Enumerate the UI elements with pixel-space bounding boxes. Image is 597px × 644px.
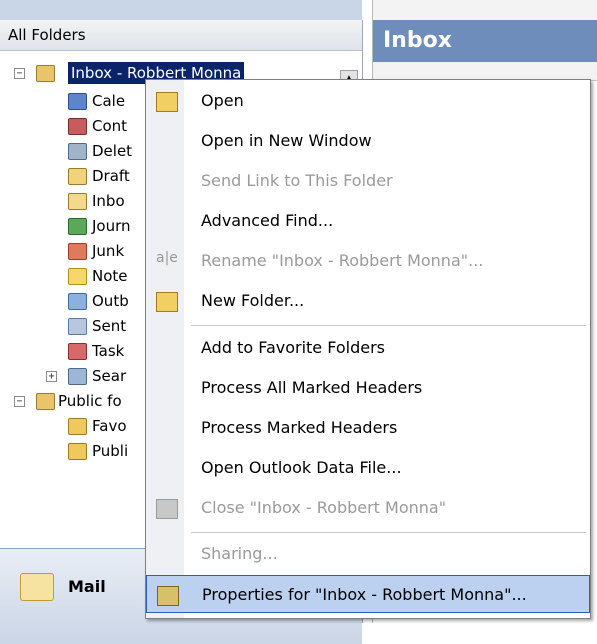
tree-label[interactable]: Public fo — [58, 390, 122, 412]
menu-item-open-new-window[interactable]: Open in New Window — [146, 122, 590, 160]
properties-icon — [157, 586, 179, 606]
tree-label[interactable]: Publi — [92, 440, 128, 462]
expand-icon[interactable]: + — [46, 371, 57, 382]
note-icon — [68, 268, 87, 285]
junk-icon — [68, 243, 87, 260]
top-strip — [0, 0, 362, 20]
menu-item-label: Properties for "Inbox - Robbert Monna"..… — [202, 585, 527, 604]
tree-label[interactable]: Favo — [92, 415, 127, 437]
mailbox-icon — [36, 65, 55, 82]
tree-label[interactable]: Journ — [92, 215, 131, 237]
menu-item-rename[interactable]: a|e Rename "Inbox - Robbert Monna"... — [146, 242, 590, 280]
tree-label[interactable]: Note — [92, 265, 128, 287]
menu-item-properties[interactable]: Properties for "Inbox - Robbert Monna"..… — [146, 575, 590, 613]
calendar-icon — [68, 93, 87, 110]
collapse-icon[interactable]: − — [14, 396, 25, 407]
menu-item-label: Open in New Window — [201, 131, 372, 150]
tree-label[interactable]: Outb — [92, 290, 129, 312]
menu-item-open[interactable]: Open — [146, 82, 590, 120]
collapse-icon[interactable]: − — [14, 68, 25, 79]
journal-icon — [68, 218, 87, 235]
menu-separator — [191, 532, 586, 533]
tree-label[interactable]: Task — [92, 340, 124, 362]
context-menu: Open Open in New Window Send Link to Thi… — [145, 79, 591, 619]
menu-item-process-marked-headers[interactable]: Process Marked Headers — [146, 409, 590, 447]
mail-label: Mail — [68, 577, 106, 596]
menu-item-process-all-headers[interactable]: Process All Marked Headers — [146, 369, 590, 407]
menu-item-label: Process Marked Headers — [201, 418, 398, 437]
outbox-icon — [68, 293, 87, 310]
tree-label[interactable]: Sear — [92, 365, 126, 387]
menu-item-add-favorites[interactable]: Add to Favorite Folders — [146, 329, 590, 367]
menu-item-sharing[interactable]: Sharing... — [146, 535, 590, 573]
menu-item-label: Process All Marked Headers — [201, 378, 423, 397]
drafts-icon — [68, 168, 87, 185]
open-folder-icon — [156, 92, 178, 112]
menu-item-close[interactable]: Close "Inbox - Robbert Monna" — [146, 489, 590, 527]
menu-item-open-data-file[interactable]: Open Outlook Data File... — [146, 449, 590, 487]
inbox-icon — [68, 193, 87, 210]
tree-label[interactable]: Inbo — [92, 190, 125, 212]
contacts-icon — [68, 118, 87, 135]
sent-icon — [68, 318, 87, 335]
menu-item-advanced-find[interactable]: Advanced Find... — [146, 202, 590, 240]
folder-icon — [68, 418, 87, 435]
menu-item-label: Add to Favorite Folders — [201, 338, 386, 357]
menu-item-label: Open Outlook Data File... — [201, 458, 402, 477]
menu-item-label: Close "Inbox - Robbert Monna" — [201, 498, 447, 517]
menu-item-label: Open — [201, 91, 244, 110]
task-icon — [68, 343, 87, 360]
tree-label[interactable]: Sent — [92, 315, 126, 337]
menu-item-label: Sharing... — [201, 544, 278, 563]
folder-icon — [68, 443, 87, 460]
search-folder-icon — [68, 368, 87, 385]
tree-label[interactable]: Cale — [92, 90, 125, 112]
tree-label[interactable]: Junk — [92, 240, 124, 262]
menu-item-label: New Folder... — [201, 291, 305, 310]
close-data-file-icon — [156, 499, 178, 519]
tree-label[interactable]: Cont — [92, 115, 127, 137]
menu-separator — [191, 325, 586, 326]
public-folders-icon — [36, 393, 55, 410]
menu-item-send-link[interactable]: Send Link to This Folder — [146, 162, 590, 200]
menu-item-label: Advanced Find... — [201, 211, 334, 230]
menu-item-label: Send Link to This Folder — [201, 171, 393, 190]
new-folder-icon — [156, 292, 178, 312]
trash-icon — [68, 143, 87, 160]
mail-icon — [20, 573, 54, 601]
menu-item-new-folder[interactable]: New Folder... — [146, 282, 590, 320]
right-top-toolbar — [372, 0, 597, 20]
tree-label[interactable]: Delet — [92, 140, 132, 162]
pane-title: Inbox — [373, 20, 597, 62]
menu-item-label: Rename "Inbox - Robbert Monna"... — [201, 251, 484, 270]
all-folders-header: All Folders — [0, 20, 362, 51]
rename-icon: a|e — [156, 250, 178, 266]
tree-label[interactable]: Draft — [92, 165, 130, 187]
